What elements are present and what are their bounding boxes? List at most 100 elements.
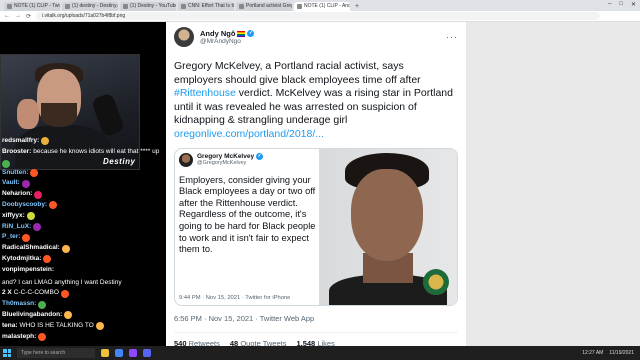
chat-emote-icon	[41, 137, 50, 146]
rainbow-flag-icon	[237, 30, 246, 37]
system-tray: 12:27 AM 11/19/2021	[582, 350, 634, 356]
browser-tab[interactable]: CNN: Effort That Is the Rhe...✕	[178, 2, 234, 11]
browser-tab[interactable]: (1) Destiny - YouTube✕	[120, 2, 176, 11]
divider	[174, 331, 458, 333]
chat-message: tena: WHO IS HE TALKING TO	[2, 321, 168, 332]
chat-emote-icon	[95, 322, 104, 331]
reload-icon[interactable]: ⟳	[26, 13, 31, 20]
clock-date[interactable]: 11/19/2021	[609, 350, 634, 356]
chat-emote-icon	[38, 332, 47, 341]
county-seal-icon	[423, 268, 449, 295]
chat-username[interactable]: RiN_LuX:	[2, 222, 31, 233]
tab-favicon-icon	[181, 4, 186, 9]
browser-tab-bar: NOTE (1) CLIP - Twitch✕ (1) destiny - De…	[0, 0, 640, 11]
chat-text: WHO IS HE TALKING TO	[19, 321, 94, 329]
chat-message: Kytodmjitka:	[2, 254, 168, 265]
window-controls: – □ ✕	[608, 1, 636, 8]
chat-username[interactable]: P_ter:	[2, 232, 20, 243]
forward-icon[interactable]: →	[15, 13, 21, 19]
author-handle[interactable]: @MrAndyNgo	[200, 38, 254, 45]
browser-tab[interactable]: NOTE (1) CLIP - Twitch✕	[4, 2, 60, 11]
embedded-tweet-text: Employers, consider giving your Black em…	[179, 174, 316, 255]
chat-message: Neharion:	[2, 189, 168, 200]
chat-log: redsmallfry: Brooster: because he knows id…	[2, 136, 168, 342]
tab-favicon-icon	[239, 4, 244, 9]
chat-username[interactable]: Neharion:	[2, 189, 32, 200]
tab-favicon-icon	[65, 4, 70, 9]
chat-username[interactable]: Vault:	[2, 178, 20, 189]
chat-emote-icon	[64, 311, 73, 320]
embedded-author-name: Gregory McKelvey	[197, 153, 255, 161]
tweet-card: Andy Ngô ✓ @MrAndyNgo ··· Gregory McKelv…	[166, 22, 466, 348]
taskbar-search-input[interactable]: Type here to search	[17, 348, 95, 358]
chat-message: vonpimpenstein: and? I can LMAO anything …	[2, 265, 168, 289]
new-tab-button[interactable]: +	[352, 2, 362, 11]
verified-badge-icon: ✓	[256, 153, 264, 161]
chat-emote-icon	[43, 255, 52, 264]
streamer-beard	[41, 103, 77, 127]
article-link[interactable]: oregonlive.com/portland/2018/...	[174, 128, 324, 140]
file-explorer-icon[interactable]	[101, 349, 109, 357]
clock-time[interactable]: 12:27 AM	[582, 350, 603, 356]
chat-username[interactable]: malasteph:	[2, 332, 36, 343]
avatar[interactable]	[174, 27, 194, 47]
close-window-button[interactable]: ✕	[631, 1, 636, 8]
chat-username[interactable]: Th0massn:	[2, 299, 36, 310]
maximize-button[interactable]: □	[619, 1, 623, 8]
embedded-tweet-meta: 9:44 PM · Nov 15, 2021 · Twitter for iPh…	[179, 294, 291, 301]
chat-username[interactable]: Kytodmjitka:	[2, 254, 41, 265]
windows-start-icon[interactable]	[3, 349, 11, 357]
hashtag-link[interactable]: #Rittenhouse	[174, 87, 236, 99]
more-options-icon[interactable]: ···	[446, 32, 458, 42]
chat-message: Th0massn:	[2, 299, 168, 310]
minimize-button[interactable]: –	[608, 1, 611, 8]
tweet-header: Andy Ngô ✓ @MrAndyNgo ···	[174, 26, 458, 48]
page-content: Destiny redsmallfry: Brooster: because he …	[0, 22, 640, 348]
chat-emote-icon	[26, 212, 35, 221]
chat-text: and? I can LMAO anything I want Destiny	[2, 278, 122, 286]
chat-message: Doobyscooby:	[2, 200, 168, 211]
tab-favicon-icon	[7, 4, 12, 9]
chat-message: RiN_LuX:	[2, 222, 168, 233]
chat-username[interactable]: Doobyscooby:	[2, 200, 47, 211]
tab-favicon-icon	[123, 4, 128, 9]
chat-username[interactable]: tena:	[2, 321, 18, 332]
chat-message: Snutten:	[2, 168, 168, 179]
stream-overlay: Destiny redsmallfry: Brooster: because he …	[0, 22, 170, 346]
embedded-avatar	[179, 152, 193, 167]
chat-message: xiffyyx:	[2, 211, 168, 222]
browser-tab[interactable]: Portland activist Gregory McKelvey...✕	[236, 2, 292, 11]
tweet-text: Gregory McKelvey, a Portland racial acti…	[174, 60, 453, 140]
chat-username[interactable]: Bluelivingabandon:	[2, 310, 62, 321]
chat-message: P_ter:	[2, 232, 168, 243]
discord-icon[interactable]	[143, 349, 151, 357]
chat-username[interactable]: RadicalShmadical:	[2, 243, 60, 254]
chat-message: Vault:	[2, 178, 168, 189]
chat-username[interactable]: 2 X	[2, 288, 12, 299]
chat-username[interactable]: xiffyyx:	[2, 211, 25, 222]
quoted-tweet-image[interactable]: Gregory McKelvey ✓ @GregoryMcKelvey Emplo…	[174, 147, 458, 306]
chat-emote-icon	[38, 300, 47, 309]
chat-emote-icon	[2, 159, 10, 168]
browser-tab[interactable]: (1) destiny - Destiny.gg✕	[62, 2, 118, 11]
chat-message: 2 X C-C-C-COMBO	[2, 288, 168, 299]
streamer-hand	[17, 99, 39, 129]
back-icon[interactable]: ←	[4, 13, 10, 19]
author-name[interactable]: Andy Ngô	[200, 29, 235, 38]
address-bar[interactable]: i.vitalk.org/uploads/71a027b4f8bf.png	[36, 12, 600, 20]
chat-text: C-C-C-COMBO	[13, 289, 59, 297]
chat-emote-icon	[33, 222, 42, 231]
chat-username[interactable]: Snutten:	[2, 168, 28, 179]
mugshot-photo	[319, 148, 457, 305]
chat-username[interactable]: Brooster:	[2, 147, 31, 158]
chat-emote-icon	[21, 179, 30, 188]
tweet-timestamp[interactable]: 6:56 PM · Nov 15, 2021 · Twitter Web App	[174, 314, 458, 326]
chat-text: because he knows idiots will eat that **…	[33, 147, 160, 155]
browser-tab-active[interactable]: NOTE (1) CLIP - Andy Ngo on Twitter✕	[294, 2, 350, 11]
chat-username[interactable]: redsmallfry:	[2, 136, 39, 147]
chat-emote-icon	[61, 244, 70, 253]
chat-username[interactable]: vonpimpenstein:	[2, 265, 54, 276]
twitch-icon[interactable]	[129, 349, 137, 357]
chrome-icon[interactable]	[115, 349, 123, 357]
page-background	[466, 22, 640, 346]
